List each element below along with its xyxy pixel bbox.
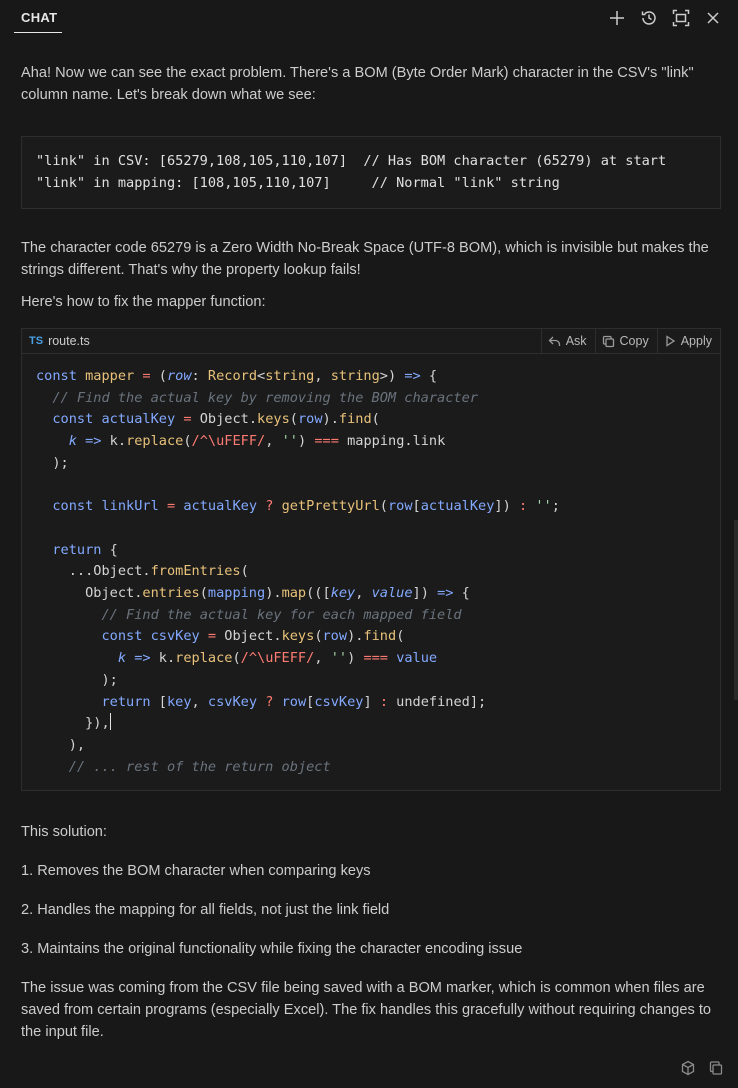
maximize-button[interactable] [668,6,694,30]
message-closing: The issue was coming from the CSV file b… [21,980,712,1041]
solution-item-1: 1. Removes the BOM character when compar… [21,863,371,880]
comparison-code-block: "link" in CSV: [65279,108,105,110,107] /… [21,136,721,209]
message-fix-intro: Here's how to fix the mapper function: [21,294,266,310]
solution-heading: This solution: [21,824,107,841]
history-button[interactable] [636,6,662,30]
code-actions: Ask Copy Apply [540,329,720,353]
solution-item-3: 3. Maintains the original functionality … [21,941,523,958]
solution-item-2: 2. Handles the mapping for all fields, n… [21,902,390,919]
reply-icon [548,336,560,346]
cube-icon[interactable] [680,1060,696,1076]
copy-icon[interactable] [708,1060,724,1076]
code-block: TS route.ts Ask Copy Apply const mapper … [21,328,721,792]
copy-icon [602,335,614,347]
pre-line-2: "link" in mapping: [108,105,110,107] // … [36,175,560,191]
apply-button[interactable]: Apply [656,329,720,353]
code-body[interactable]: const mapper = (row: Record<string, stri… [22,354,720,790]
pre-line-1: "link" in CSV: [65279,108,105,110,107] /… [36,153,667,169]
close-button[interactable] [700,6,726,30]
copy-label: Copy [619,334,649,348]
history-icon [641,11,656,25]
new-chat-button[interactable] [604,6,630,30]
file-name[interactable]: route.ts [48,334,90,348]
message-footer-actions [680,1060,724,1076]
play-icon [666,335,675,347]
code-block-header: TS route.ts Ask Copy Apply [22,329,720,354]
chat-header: CHAT [0,0,738,38]
tab-active-indicator [14,32,62,33]
header-actions [604,6,726,30]
plus-icon [610,11,624,25]
text-cursor [109,713,111,731]
maximize-icon [672,9,690,27]
ask-button[interactable]: Ask [540,329,595,353]
apply-label: Apply [680,334,712,348]
tab-chat[interactable]: CHAT [21,10,57,25]
chat-message: Aha! Now we can see the exact problem. T… [21,62,721,1043]
scrollbar[interactable] [734,520,738,700]
file-language-badge: TS [29,335,44,347]
message-explanation: The character code 65279 is a Zero Width… [21,240,709,278]
message-intro: Aha! Now we can see the exact problem. T… [21,65,694,103]
close-icon [707,12,719,24]
ask-label: Ask [565,334,587,348]
copy-button[interactable]: Copy [594,329,657,353]
